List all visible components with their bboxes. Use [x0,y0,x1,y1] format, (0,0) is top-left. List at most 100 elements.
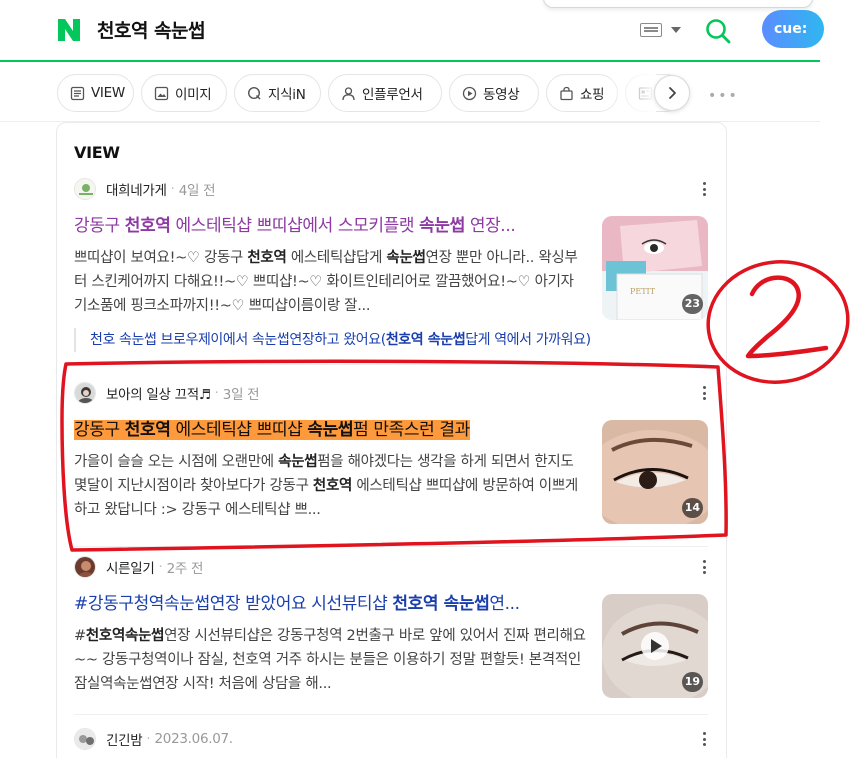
avatar[interactable] [74,382,96,404]
annotation-number-stroke [745,275,829,359]
snippet-text: 쁘띠샵이 보여요!~♡ 강동구 [74,250,248,266]
separator: · [170,181,175,197]
separator: · [146,731,151,747]
tab-video[interactable]: 동영상 [449,74,539,112]
post-title[interactable]: 강동구 천호역 에스테틱샵 쁘띠샵에서 스모키플랫 속눈썹 연장... [74,214,586,238]
image-count-badge: 19 [681,672,703,692]
title-text: 강동구 [74,216,125,236]
tab-label: 인플루언서 [362,87,423,103]
title-highlight: 강동구 천호역 에스테틱샵 쁘띠샵 속눈썹펌 만족스런 결과 [74,420,470,440]
search-header: 천호역 속눈썹 cue: [0,0,824,62]
avatar[interactable] [74,178,96,200]
snippet-keyword: 속눈썹 [278,454,318,470]
post-thumbnail[interactable]: PETIT 23 [602,216,708,320]
keyboard-icon[interactable] [640,23,662,37]
more-options-button[interactable] [700,384,708,402]
search-icon[interactable] [704,17,732,45]
play-icon [462,86,477,100]
tab-kin[interactable]: 지식iN [234,74,321,112]
svg-text:PETIT: PETIT [630,287,656,296]
post-date: 3일 전 [222,387,260,403]
more-options-button[interactable] [700,180,708,198]
post-thumbnail[interactable]: 14 [602,420,708,524]
post-snippet[interactable]: #천호역속눈썹연장 시선뷰티샵은 강동구청역 2번출구 바로 앞에 있어서 진짜… [74,624,586,696]
divider [74,714,708,715]
separator: · [214,385,219,401]
title-keyword: 천호역 [124,420,171,440]
cue-button[interactable]: cue: [762,10,824,48]
snippet-text: 에스테틱샵답게 [286,250,387,266]
snippet-keyword: 천호역 [247,250,287,266]
title-text: 강동구 [74,420,125,440]
tab-images[interactable]: 이미지 [141,74,227,112]
tab-shopping[interactable]: 쇼핑 [546,74,618,112]
more-tabs-button[interactable]: ••• [708,88,739,104]
post-item: 시른일기 · 2주 전 #강동구청역속눈썹연장 받았어요 시선뷰티샵 천호역 속… [74,554,714,704]
title-keyword: 속눈썹 [419,216,465,236]
author-name[interactable]: 보아의 일상 끄적♬ [106,383,211,403]
title-keyword: 천호역 속눈썹 [392,594,490,614]
title-text: 연... [489,594,520,614]
chevron-right-icon [669,87,676,99]
title-keyword: 속눈썹 [307,420,354,440]
search-query[interactable]: 천호역 속눈썹 [97,16,206,43]
image-count-badge: 23 [681,294,703,314]
related-text: 천호 속눈썹 브로우제이에서 속눈썹연장하고 왔어요( [90,332,386,348]
separator: · [158,559,163,575]
author-name[interactable]: 대희네가게 [106,179,167,199]
post-date: 2023.06.07. [154,731,234,747]
tab-label: 이미지 [175,87,212,103]
author-row: 긴긴밤 · 2023.06.07. [74,726,233,752]
post-item: 대희네가게 · 4일 전 강동구 천호역 에스테틱샵 쁘띠샵에서 스모키플랫 속… [74,176,714,356]
title-text: #강동구청역속눈썹연장 받았어요 시선뷰티샵 [74,594,393,614]
naver-logo[interactable] [56,17,82,43]
related-keyword: 천호역 속눈썹 [385,332,466,348]
title-text: 펌 만족스런 결과 [353,420,470,440]
more-options-button[interactable] [700,730,708,748]
author-row: 대희네가게 · 4일 전 [74,176,216,202]
author-row: 보아의 일상 끄적♬ · 3일 전 [74,380,260,406]
dropdown-panel-edge [543,0,813,8]
tab-label: 쇼핑 [580,87,605,103]
more-options-button[interactable] [700,558,708,576]
q-icon [247,86,261,99]
title-text: 연장... [464,216,516,236]
document-icon [70,86,85,100]
snippet-text: # [74,628,86,644]
post-item: 긴긴밤 · 2023.06.07. [74,726,714,756]
title-text: 에스테틱샵 쁘띠샵에서 스모키플랫 [170,216,420,236]
author-row: 시른일기 · 2주 전 [74,554,203,580]
tab-label: 지식iN [268,87,306,103]
title-keyword: 천호역 [124,216,171,236]
post-title[interactable]: 강동구 천호역 에스테틱샵 쁘띠샵 속눈썹펌 만족스런 결과 [74,418,586,442]
bag-icon [560,86,573,100]
author-name[interactable]: 긴긴밤 [106,729,143,749]
avatar[interactable] [74,556,96,578]
snippet-text: 가을이 슬슬 오는 시점에 오랜만에 [74,454,279,470]
snippet-keyword: 속눈썹 [386,250,426,266]
post-item: 보아의 일상 끄적♬ · 3일 전 강동구 천호역 에스테틱샵 쁘띠샵 속눈썹펌… [74,380,714,530]
divider [74,364,708,365]
post-snippet[interactable]: 가을이 슬슬 오는 시점에 오랜만에 속눈썹펌을 해야겠다는 생각을 하게 되면… [74,450,586,522]
post-snippet[interactable]: 쁘띠샵이 보여요!~♡ 강동구 천호역 에스테틱샵답게 속눈썹연장 뿐만 아니라… [74,246,586,318]
author-name[interactable]: 시른일기 [106,557,155,577]
tab-influencer[interactable]: 인플루언서 [328,74,442,112]
tab-view[interactable]: VIEW [57,74,134,112]
person-icon [342,86,355,100]
tabs-next-button[interactable] [654,75,690,111]
chevron-down-icon[interactable] [671,27,681,33]
title-text: 에스테틱샵 쁘띠샵 [170,420,308,440]
snippet-keyword: 천호역속눈썹 [85,628,165,644]
avatar[interactable] [74,728,96,750]
related-post-link[interactable]: 천호 속눈썹 브로우제이에서 속눈썹연장하고 왔어요(천호역 속눈썹답게 역에서… [74,328,684,352]
divider [74,546,708,547]
section-title: VIEW [74,143,120,162]
tab-label: VIEW [91,85,125,101]
tab-label: 동영상 [483,87,520,103]
image-count-badge: 14 [681,498,703,518]
image-icon [154,86,169,100]
post-title[interactable]: #강동구청역속눈썹연장 받았어요 시선뷰티샵 천호역 속눈썹연... [74,592,586,616]
snippet-keyword: 천호역 [312,478,353,494]
post-thumbnail[interactable]: 19 [602,594,708,698]
post-date: 2주 전 [166,561,204,577]
